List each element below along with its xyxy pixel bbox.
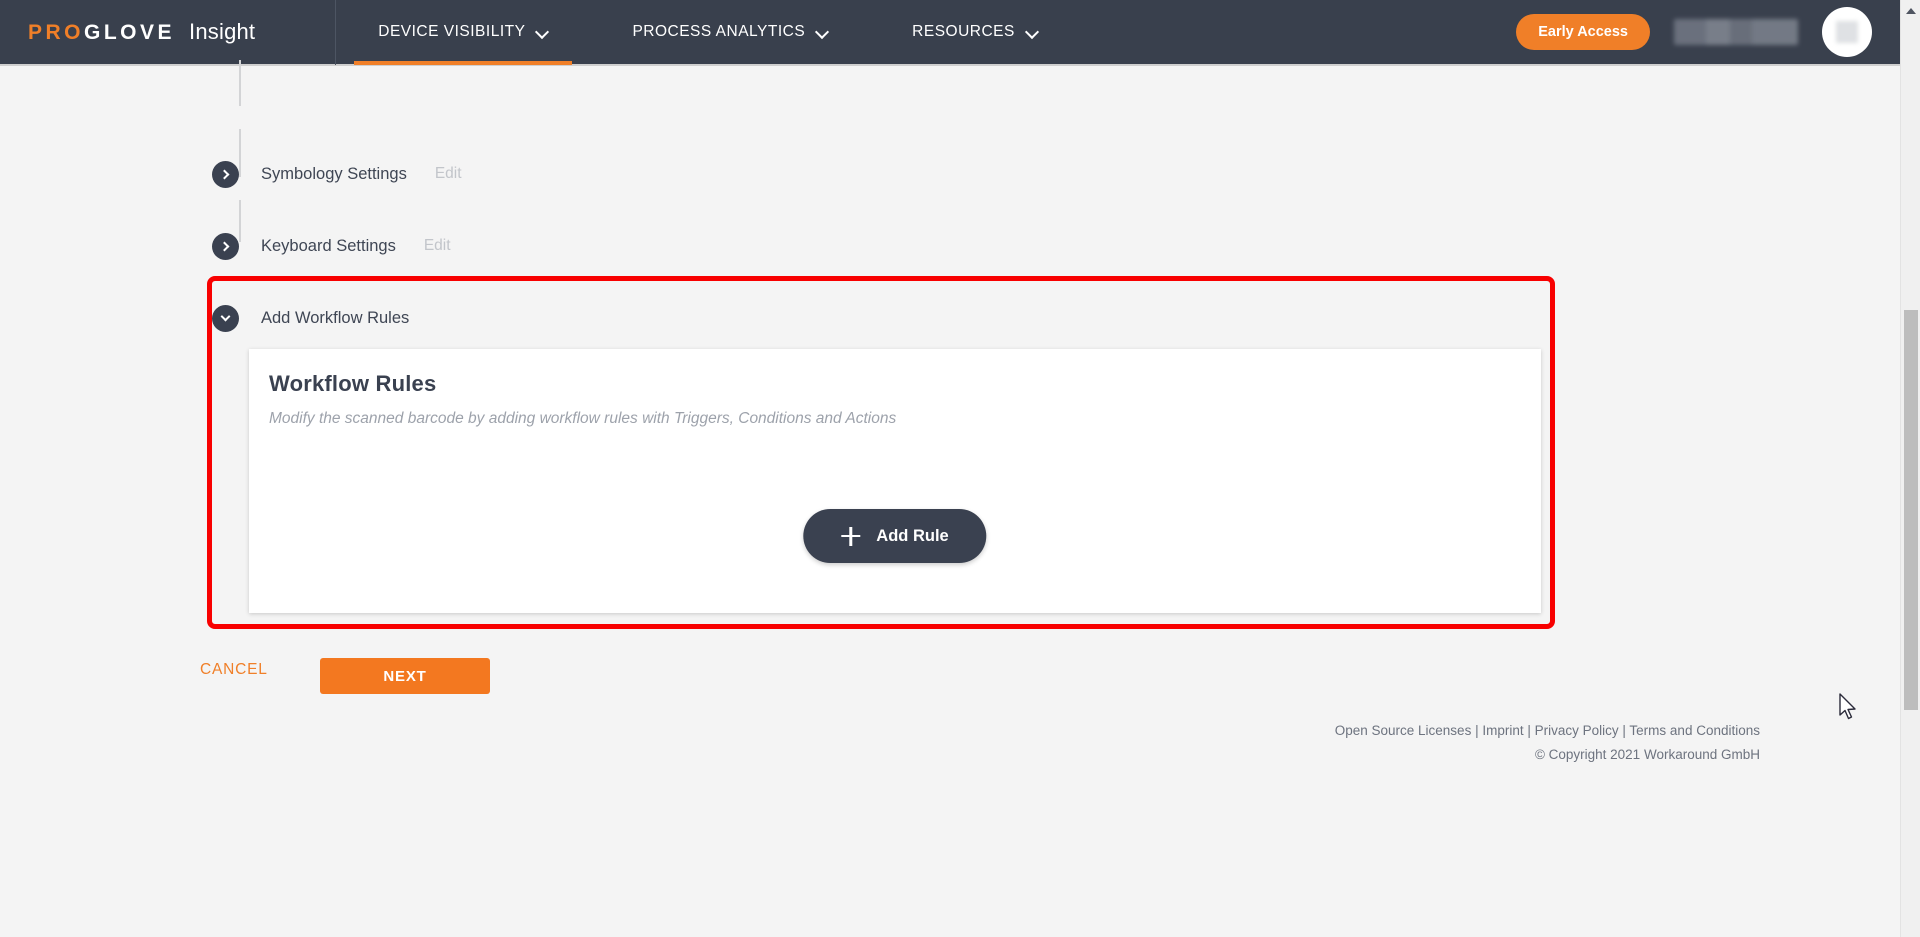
chevron-right-icon[interactable] [212, 232, 239, 260]
accordion-item-keyboard-settings[interactable]: Keyboard Settings Edit [212, 226, 451, 266]
nav-item-label: DEVICE VISIBILITY [378, 23, 526, 40]
nav-item-device-visibility[interactable]: DEVICE VISIBILITY [354, 0, 573, 65]
header-right-zone: Early Access [1516, 7, 1872, 57]
triangle-up-icon[interactable] [1905, 8, 1916, 14]
accordion-connector-line [239, 60, 241, 106]
nav-item-resources[interactable]: RESOURCES [888, 0, 1062, 65]
edit-link[interactable]: Edit [424, 237, 451, 255]
footer-separator: | [1618, 722, 1630, 738]
footer-separator: | [1523, 722, 1535, 738]
chevron-down-icon [536, 26, 548, 38]
brand-pro-text: PRO [28, 21, 85, 44]
mouse-cursor [1839, 693, 1856, 720]
page-footer: Open Source Licenses | Imprint | Privacy… [1335, 721, 1760, 766]
workflow-rules-card: Workflow Rules Modify the scanned barcod… [249, 349, 1541, 613]
brand-glove-text: GLOVE [84, 21, 176, 44]
early-access-button[interactable]: Early Access [1516, 14, 1650, 50]
nav-item-process-analytics[interactable]: PROCESS ANALYTICS [608, 0, 852, 65]
cancel-button[interactable]: CANCEL [200, 661, 268, 679]
card-title: Workflow Rules [269, 371, 437, 396]
chevron-down-icon [1026, 26, 1038, 38]
footer-separator: | [1471, 722, 1483, 738]
copyright-text: © Copyright 2021 Workaround GmbH [1534, 746, 1760, 762]
card-subtitle: Modify the scanned barcode by adding wor… [269, 410, 897, 427]
accordion-item-symbology-settings[interactable]: Symbology Settings Edit [212, 154, 462, 194]
accordion-item-add-workflow-rules[interactable]: Add Workflow Rules [212, 298, 409, 338]
footer-link-open-source-licenses[interactable]: Open Source Licenses [1335, 723, 1472, 738]
chevron-down-icon [816, 26, 828, 38]
page-scrollbar[interactable] [1900, 0, 1920, 937]
main-navigation: DEVICE VISIBILITY PROCESS ANALYTICS RESO… [335, 0, 1080, 65]
accordion-item-label: Symbology Settings [261, 164, 407, 183]
product-name: Insight [189, 19, 256, 44]
user-name-redacted [1674, 19, 1798, 45]
nav-item-label: RESOURCES [912, 23, 1015, 40]
add-rule-button[interactable]: Add Rule [803, 509, 987, 563]
edit-link[interactable]: Edit [435, 165, 462, 183]
scrollbar-thumb[interactable] [1904, 310, 1918, 710]
next-button[interactable]: NEXT [320, 658, 490, 694]
chevron-down-icon[interactable] [212, 304, 239, 332]
nav-divider [335, 0, 337, 65]
accordion-connector-line [239, 200, 241, 242]
avatar[interactable] [1822, 7, 1872, 57]
accordion-item-label: Keyboard Settings [261, 236, 396, 255]
accordion-connector-line [239, 129, 241, 177]
add-rule-label: Add Rule [876, 526, 949, 545]
footer-links: Open Source Licenses | Imprint | Privacy… [1335, 721, 1760, 741]
accordion-item-label: Add Workflow Rules [261, 308, 410, 327]
brand-logo[interactable]: PRO GLOVE Insight [28, 19, 255, 45]
nav-item-label: PROCESS ANALYTICS [632, 23, 806, 40]
chevron-right-icon[interactable] [212, 160, 239, 188]
footer-link-imprint[interactable]: Imprint [1482, 723, 1523, 738]
footer-link-terms-and-conditions[interactable]: Terms and Conditions [1629, 723, 1760, 738]
plus-icon [841, 526, 861, 546]
footer-link-privacy-policy[interactable]: Privacy Policy [1535, 723, 1619, 738]
app-header: PRO GLOVE Insight DEVICE VISIBILITY PROCE… [0, 0, 1900, 66]
page-content: Symbology Settings Edit Keyboard Setting… [0, 60, 1900, 937]
avatar-image [1836, 21, 1858, 43]
